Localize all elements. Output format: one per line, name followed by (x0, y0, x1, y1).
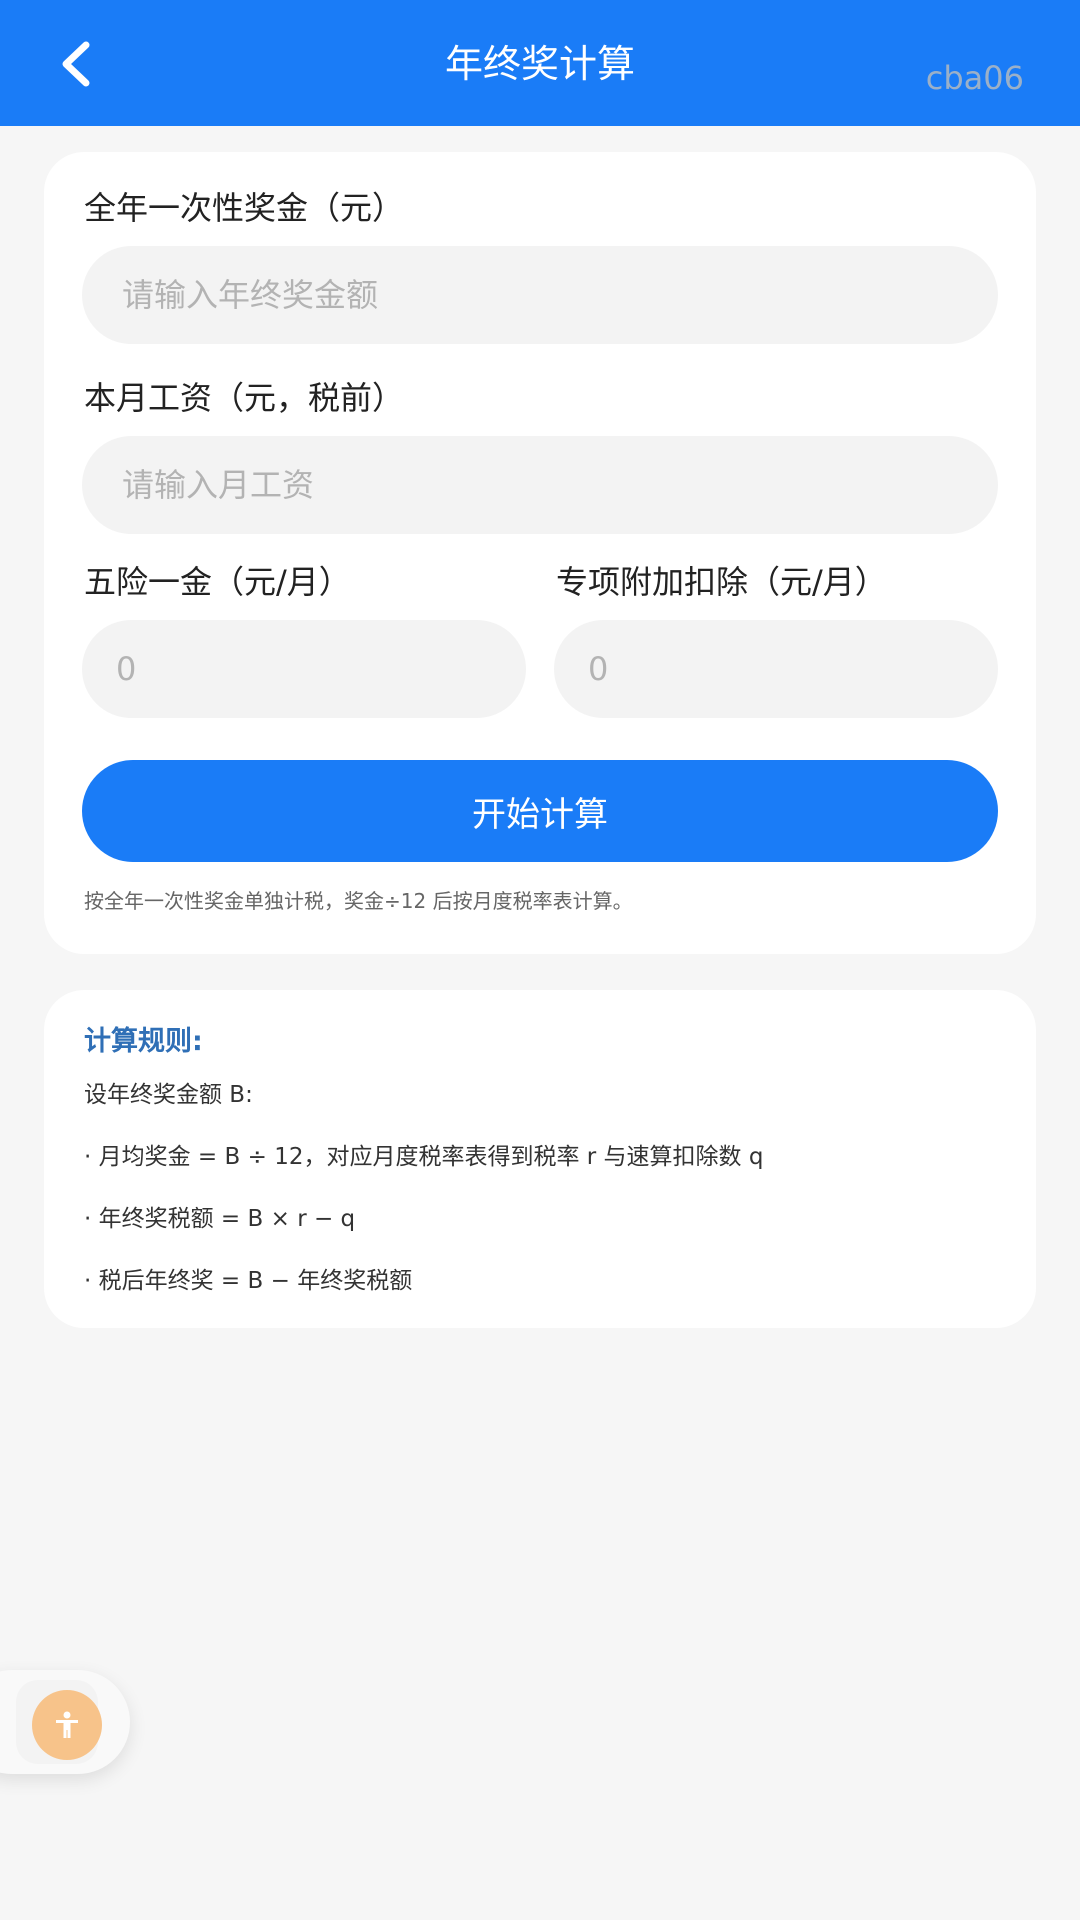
page-title: 年终奖计算 (444, 42, 635, 86)
rule-line-bonus-tax: · 年终奖税额 = B × r − q (84, 1206, 356, 1232)
rules-intro: 设年终奖金额 B: (84, 1082, 253, 1108)
monthly-salary-input[interactable] (82, 436, 998, 534)
accessibility-button[interactable] (32, 1690, 102, 1760)
special-deduction-input[interactable] (554, 620, 998, 718)
special-deduction-label: 专项附加扣除（元/月） (556, 563, 887, 601)
calculator-form-card: 全年一次性奖金（元） 本月工资（元，税前） 五险一金（元/月） 专项附加扣除（元… (44, 152, 1036, 954)
start-calculation-button[interactable]: 开始计算 (82, 760, 998, 862)
rule-line-after-tax-bonus: · 税后年终奖 = B − 年终奖税额 (84, 1268, 413, 1294)
rules-title: 计算规则: (84, 1026, 203, 1057)
insurance-label: 五险一金（元/月） (84, 563, 351, 601)
calculation-rules-card: 计算规则: 设年终奖金额 B: · 月均奖金 = B ÷ 12，对应月度税率表得… (44, 990, 1036, 1328)
insurance-fund-input[interactable] (82, 620, 526, 718)
bonus-label: 全年一次性奖金（元） (84, 189, 405, 227)
rule-line-monthly-average: · 月均奖金 = B ÷ 12，对应月度税率表得到税率 r 与速算扣除数 q (84, 1144, 764, 1170)
calculation-hint: 按全年一次性奖金单独计税，奖金÷12 后按月度税率表计算。 (84, 889, 633, 913)
watermark-text: cba06 (925, 59, 1024, 97)
salary-label: 本月工资（元，税前） (84, 379, 405, 417)
accessibility-person-icon (56, 1711, 78, 1738)
bonus-amount-input[interactable] (82, 246, 998, 344)
top-app-bar: 年终奖计算 cba06 (0, 0, 1080, 126)
